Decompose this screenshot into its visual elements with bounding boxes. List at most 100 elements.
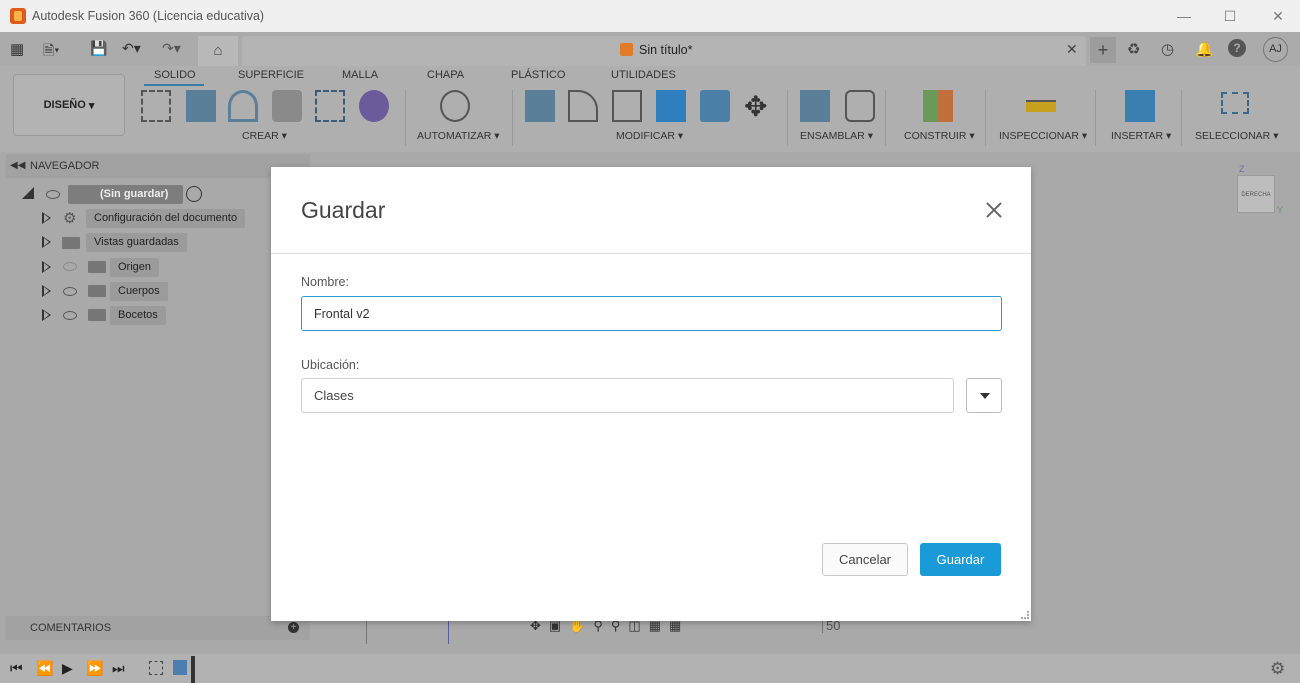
revolve-icon[interactable] bbox=[228, 90, 258, 122]
comments-label: COMENTARIOS bbox=[30, 622, 112, 634]
form-icon[interactable] bbox=[359, 90, 389, 122]
window-title-bar: Autodesk Fusion 360 (Licencia educativa)… bbox=[0, 0, 1300, 32]
hole-icon[interactable] bbox=[272, 90, 302, 122]
minimize-icon[interactable]: — bbox=[1176, 8, 1192, 24]
gear-icon[interactable]: ⚙ bbox=[1270, 659, 1285, 679]
select-icon[interactable] bbox=[1221, 92, 1249, 114]
collapse-icon[interactable]: ◀◀ bbox=[10, 154, 25, 178]
insert-image-icon[interactable] bbox=[1125, 90, 1155, 122]
new-tab-icon[interactable]: + bbox=[1090, 37, 1116, 63]
nav-item-origin[interactable]: Origen bbox=[110, 258, 160, 277]
close-tab-icon[interactable]: ✕ bbox=[1066, 41, 1078, 58]
nav-item-saved-views[interactable]: Vistas guardadas bbox=[86, 233, 187, 252]
activate-component-icon[interactable] bbox=[186, 186, 202, 202]
location-dropdown-button[interactable] bbox=[966, 378, 1002, 413]
redo-icon[interactable]: ↷▾ bbox=[162, 40, 181, 57]
press-pull-icon[interactable] bbox=[525, 90, 555, 122]
tab-plastico[interactable]: PLÁSTICO bbox=[511, 69, 565, 81]
nav-item-sketches[interactable]: Bocetos bbox=[110, 306, 166, 325]
workspace-label: DISEÑO bbox=[43, 99, 86, 111]
expand-triangle-icon[interactable] bbox=[42, 236, 51, 248]
comments-panel[interactable]: COMENTARIOS + bbox=[6, 616, 310, 640]
maximize-icon[interactable]: ☐ bbox=[1222, 8, 1238, 24]
move-icon[interactable]: ✥ bbox=[744, 90, 767, 123]
tab-malla[interactable]: MALLA bbox=[342, 69, 378, 81]
step-back-icon[interactable]: ⏪ bbox=[36, 660, 53, 677]
group-crear[interactable]: CREAR ▾ bbox=[242, 130, 287, 142]
timeline-bar bbox=[0, 654, 1300, 683]
step-forward-icon[interactable]: ⏩ bbox=[86, 660, 103, 677]
group-inspeccionar[interactable]: INSPECCIONAR ▾ bbox=[999, 130, 1087, 142]
new-component-icon[interactable] bbox=[800, 90, 830, 122]
resize-grip-icon[interactable] bbox=[1021, 611, 1029, 619]
expand-triangle-icon[interactable] bbox=[42, 309, 51, 321]
document-tab[interactable]: Sin título* ✕ bbox=[242, 36, 1086, 66]
gear-icon: ⚙ bbox=[63, 210, 77, 227]
expand-triangle-icon[interactable] bbox=[42, 261, 51, 273]
go-to-start-icon[interactable]: ⏮ bbox=[10, 660, 23, 677]
navigation-bar[interactable]: ✥▣✋⚲⚲◫▦▦ bbox=[530, 618, 774, 638]
file-menu-icon[interactable]: 🗎▾ bbox=[43, 40, 59, 64]
expand-triangle-icon[interactable] bbox=[42, 212, 51, 224]
close-window-icon[interactable]: ✕ bbox=[1270, 8, 1286, 24]
expand-triangle-icon[interactable] bbox=[42, 285, 51, 297]
folder-icon bbox=[88, 261, 106, 273]
location-select[interactable]: Clases bbox=[301, 378, 954, 413]
add-comment-icon[interactable]: + bbox=[288, 622, 299, 633]
navigator-header[interactable]: ◀◀ NAVEGADOR bbox=[6, 154, 310, 178]
tab-utilidades[interactable]: UTILIDADES bbox=[611, 69, 676, 81]
home-icon[interactable]: ⌂ bbox=[198, 36, 238, 66]
name-input[interactable] bbox=[301, 296, 1002, 331]
workspace-dropdown[interactable]: DISEÑO ▾ bbox=[13, 74, 125, 136]
tab-solido[interactable]: SOLIDO bbox=[154, 69, 196, 81]
notifications-icon[interactable]: 🔔 bbox=[1195, 40, 1214, 58]
group-automatizar[interactable]: AUTOMATIZAR ▾ bbox=[417, 130, 499, 142]
timeline-sketch-icon[interactable] bbox=[149, 661, 163, 675]
extrude-icon[interactable] bbox=[186, 90, 216, 122]
folder-icon bbox=[62, 237, 80, 249]
group-ensamblar[interactable]: ENSAMBLAR ▾ bbox=[800, 130, 873, 142]
root-component[interactable]: (Sin guardar) bbox=[68, 185, 183, 204]
ribbon-separator bbox=[1181, 90, 1182, 146]
tab-chapa[interactable]: CHAPA bbox=[427, 69, 464, 81]
visibility-eye-icon[interactable] bbox=[46, 190, 60, 199]
timeline-extrude-icon[interactable] bbox=[173, 660, 187, 675]
offset-plane-icon[interactable] bbox=[923, 90, 953, 122]
measure-icon[interactable] bbox=[1026, 100, 1056, 112]
close-icon[interactable] bbox=[982, 198, 1006, 222]
save-button[interactable]: Guardar bbox=[920, 543, 1001, 576]
job-status-icon[interactable]: ◷ bbox=[1161, 40, 1174, 58]
apps-grid-icon[interactable]: ▦ bbox=[10, 40, 24, 58]
visibility-eye-icon[interactable] bbox=[63, 311, 77, 320]
create-sketch-icon[interactable] bbox=[141, 90, 171, 122]
save-icon[interactable]: 💾 bbox=[90, 40, 107, 57]
visibility-eye-icon[interactable] bbox=[63, 287, 77, 296]
automate-icon[interactable] bbox=[440, 90, 470, 122]
help-icon[interactable]: ? bbox=[1228, 39, 1246, 57]
tab-superficie[interactable]: SUPERFICIE bbox=[238, 69, 304, 81]
axis-y-label: Y bbox=[1277, 205, 1284, 215]
group-seleccionar[interactable]: SELECCIONAR ▾ bbox=[1195, 130, 1278, 142]
hidden-eye-icon[interactable] bbox=[63, 262, 77, 271]
nav-item-settings[interactable]: Configuración del documento bbox=[86, 209, 246, 228]
combine-icon[interactable] bbox=[656, 90, 686, 122]
timeline-marker[interactable] bbox=[191, 656, 195, 683]
viewcube-face: DERECHA bbox=[1241, 192, 1271, 198]
group-modificar[interactable]: MODIFICAR ▾ bbox=[616, 130, 683, 142]
group-insertar[interactable]: INSERTAR ▾ bbox=[1111, 130, 1171, 142]
cancel-button[interactable]: Cancelar bbox=[822, 543, 908, 576]
split-body-icon[interactable] bbox=[700, 90, 730, 122]
undo-icon[interactable]: ↶▾ bbox=[122, 40, 141, 57]
go-to-end-icon[interactable]: ⏭ bbox=[112, 660, 125, 677]
group-construir[interactable]: CONSTRUIR ▾ bbox=[904, 130, 975, 142]
joint-icon[interactable] bbox=[845, 90, 875, 122]
nav-item-bodies[interactable]: Cuerpos bbox=[110, 282, 168, 301]
save-dialog: Guardar Nombre: Ubicación: Clases Cancel… bbox=[271, 167, 1031, 621]
user-avatar[interactable]: AJ bbox=[1263, 37, 1288, 62]
data-panel-icon[interactable]: ♻ bbox=[1127, 40, 1140, 58]
viewcube[interactable]: DERECHA bbox=[1237, 175, 1275, 213]
pattern-icon[interactable] bbox=[315, 90, 345, 122]
expand-triangle-icon[interactable] bbox=[22, 187, 34, 199]
play-icon[interactable]: ▶ bbox=[62, 660, 73, 677]
shell-icon[interactable] bbox=[612, 90, 642, 122]
